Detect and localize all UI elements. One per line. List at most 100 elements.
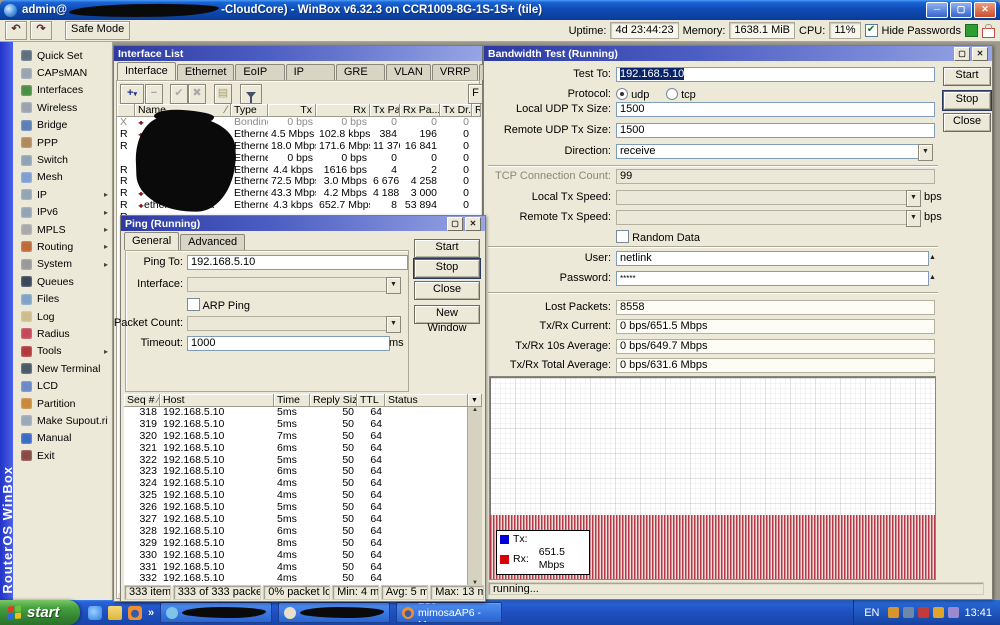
new-window-button[interactable]: New Window	[414, 305, 480, 324]
tab[interactable]: VRRP	[432, 64, 479, 80]
close-icon[interactable]: ✕	[972, 47, 988, 61]
ping-row[interactable]: 321 192.168.5.10 6ms 50 64	[124, 443, 467, 455]
close-button[interactable]: ✕	[974, 2, 996, 18]
sidebar-item[interactable]: Routing ▸	[13, 238, 112, 255]
enable-button[interactable]: ✔	[170, 84, 188, 104]
interface-dropdown-icon[interactable]: ▼	[386, 277, 401, 294]
sidebar-item[interactable]: Quick Set	[13, 47, 112, 64]
sidebar-item[interactable]: LCD	[13, 377, 112, 394]
safe-mode-button[interactable]: Safe Mode	[65, 21, 130, 40]
tab[interactable]: EoIP Tunnel	[235, 64, 284, 80]
tray-icon[interactable]	[933, 607, 944, 618]
user-input[interactable]: netlink	[616, 251, 929, 266]
column-status[interactable]: Status	[385, 394, 468, 407]
ping-row[interactable]: 330 192.168.5.10 4ms 50 64	[124, 550, 467, 562]
ping-stop-button[interactable]: Stop	[414, 259, 480, 278]
tray-icon[interactable]	[888, 607, 899, 618]
remote-udp-input[interactable]: 1500	[616, 123, 935, 138]
sidebar-item[interactable]: IP ▸	[13, 186, 112, 203]
column-rx[interactable]: Rx	[316, 104, 370, 117]
column-type[interactable]: Type	[231, 104, 268, 117]
ping-row[interactable]: 322 192.168.5.10 5ms 50 64	[124, 455, 467, 467]
sidebar-item[interactable]: Wireless	[13, 99, 112, 116]
ping-row[interactable]: 323 192.168.5.10 6ms 50 64	[124, 466, 467, 478]
ping-row[interactable]: 319 192.168.5.10 5ms 50 64	[124, 419, 467, 431]
main-titlebar[interactable]: admin@ -CloudCore) - WinBox v6.32.3 on C…	[0, 0, 1000, 20]
protocol-tcp-radio[interactable]: tcp	[666, 88, 696, 101]
tab[interactable]: Advanced	[180, 234, 245, 250]
ping-row[interactable]: 332 192.168.5.10 4ms 50 64	[124, 573, 467, 585]
maximize-button[interactable]: ▢	[950, 2, 972, 18]
sidebar-item[interactable]: Mesh	[13, 169, 112, 186]
test-to-input[interactable]: 192.168.5.10	[616, 67, 935, 82]
protocol-udp-radio[interactable]: udp	[616, 88, 649, 101]
column-ttl[interactable]: TTL	[357, 394, 385, 407]
local-tx-dropdown-icon[interactable]: ▼	[906, 190, 921, 207]
tab[interactable]: General	[124, 232, 179, 250]
taskbar-window-button[interactable]	[278, 602, 390, 623]
tray-icon[interactable]	[948, 607, 959, 618]
ping-row[interactable]: 325 192.168.5.10 4ms 50 64	[124, 490, 467, 502]
redo-button[interactable]: ↷	[30, 21, 52, 40]
taskbar-window-button[interactable]	[160, 602, 272, 623]
taskbar-window-button[interactable]: B5c - mimosaAP6 - M...	[396, 602, 502, 623]
start-button[interactable]: start	[0, 600, 80, 625]
sidebar-item[interactable]: New Terminal	[13, 360, 112, 377]
user-up-icon[interactable]: ▲	[926, 251, 939, 264]
remote-tx-input[interactable]	[616, 210, 908, 225]
stop-button[interactable]: Stop	[943, 91, 991, 110]
interface-list-titlebar[interactable]: Interface List	[114, 46, 482, 61]
ie-icon[interactable]	[88, 606, 102, 620]
sidebar-item[interactable]: Files	[13, 290, 112, 307]
sidebar-item[interactable]: System ▸	[13, 256, 112, 273]
sidebar-item[interactable]: PPP	[13, 134, 112, 151]
sidebar-item[interactable]: IPv6 ▸	[13, 204, 112, 221]
column-seq[interactable]: Seq # ∕	[124, 394, 160, 407]
sidebar-item[interactable]: Interfaces	[13, 82, 112, 99]
local-tx-input[interactable]	[616, 190, 908, 205]
sidebar-item[interactable]: Radius	[13, 325, 112, 342]
column-time[interactable]: Time	[274, 394, 310, 407]
firefox-icon[interactable]	[128, 606, 142, 620]
chevron-icon[interactable]: »	[148, 607, 154, 619]
ping-row[interactable]: 329 192.168.5.10 8ms 50 64	[124, 538, 467, 550]
column-select-icon[interactable]: ▼	[468, 394, 482, 407]
scroll-up-icon[interactable]: ▲	[472, 407, 478, 413]
ping-to-input[interactable]: 192.168.5.10	[187, 255, 408, 270]
ping-row[interactable]: 327 192.168.5.10 5ms 50 64	[124, 514, 467, 526]
ping-row[interactable]: 328 192.168.5.10 6ms 50 64	[124, 526, 467, 538]
tab[interactable]: IP Tunnel	[286, 64, 335, 80]
sidebar-item[interactable]: Bridge	[13, 117, 112, 134]
ping-start-button[interactable]: Start	[414, 239, 480, 258]
sidebar-item[interactable]: Queues	[13, 273, 112, 290]
tab[interactable]: Ethernet	[177, 64, 235, 80]
sidebar-item[interactable]: MPLS ▸	[13, 221, 112, 238]
column-rx-drop[interactable]: Rx	[472, 104, 481, 117]
ping-scrollbar[interactable]: ▲ ▼	[467, 407, 482, 586]
maximize-icon[interactable]: ▢	[954, 47, 970, 61]
column-reply-size[interactable]: Reply Size	[310, 394, 357, 407]
bandwidth-test-titlebar[interactable]: Bandwidth Test (Running) ▢ ✕	[484, 46, 992, 61]
ping-row[interactable]: 318 192.168.5.10 5ms 50 64	[124, 407, 467, 419]
timeout-input[interactable]: 1000	[187, 336, 390, 351]
ping-interface-select[interactable]	[187, 277, 390, 292]
ping-row[interactable]: 326 192.168.5.10 5ms 50 64	[124, 502, 467, 514]
tab[interactable]: GRE Tunnel	[336, 64, 385, 80]
password-input[interactable]: *****	[616, 271, 929, 286]
tray-icon[interactable]	[918, 607, 929, 618]
column-tx[interactable]: Tx	[268, 104, 316, 117]
column-tx-drop[interactable]: Tx Dr...	[440, 104, 472, 117]
packet-count-select[interactable]	[187, 316, 390, 331]
sidebar-item[interactable]: Partition	[13, 395, 112, 412]
tab[interactable]: VLAN	[386, 64, 431, 80]
clock[interactable]: 13:41	[964, 607, 992, 619]
maximize-icon[interactable]: ▢	[447, 217, 463, 231]
close-window-button[interactable]: Close	[943, 113, 991, 132]
ping-close-button[interactable]: Close	[414, 281, 480, 300]
sidebar-item[interactable]: Manual	[13, 430, 112, 447]
add-button[interactable]: +▾	[120, 84, 144, 104]
remote-tx-dropdown-icon[interactable]: ▼	[906, 210, 921, 227]
find-button[interactable]: F	[468, 84, 483, 104]
folder-icon[interactable]	[108, 606, 122, 620]
column-rx-packet[interactable]: Rx Pa...	[400, 104, 440, 117]
